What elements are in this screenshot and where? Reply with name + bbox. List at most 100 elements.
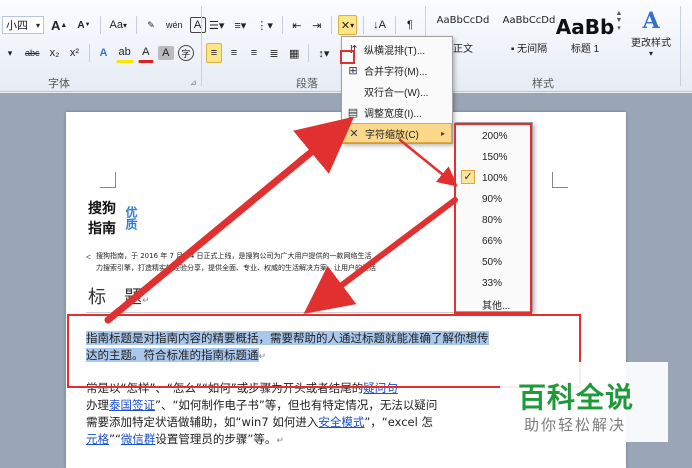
text-effects-button[interactable]: A <box>96 43 112 63</box>
hyperlink[interactable]: 元格 <box>86 432 109 446</box>
increase-indent-icon[interactable]: ⇥ <box>309 15 325 35</box>
logo-line: 搜狗 <box>88 201 116 217</box>
scale-option[interactable]: 90% <box>456 189 532 209</box>
scale-option-label: 33% <box>482 277 503 289</box>
scale-option-label: 90% <box>482 193 503 205</box>
grow-font-button[interactable]: A ▲ <box>48 15 70 35</box>
scale-option[interactable]: 80% <box>456 210 532 230</box>
checkmark-icon: ✓ <box>461 170 475 184</box>
menu-item-label: 调整宽度(I)... <box>364 108 422 120</box>
chevron-down-icon: ▾ <box>35 20 40 30</box>
shrink-font-label: A <box>77 19 85 31</box>
multilevel-list-icon[interactable]: ⋮▾ <box>253 15 276 35</box>
group-separator <box>201 6 202 86</box>
font-size-combo[interactable]: 小四 ▾ <box>2 16 44 34</box>
char-shading-label: A <box>162 47 170 59</box>
combine-chars-icon: ⊞ <box>348 64 358 77</box>
decrease-indent-icon[interactable]: ⇤ <box>289 15 305 35</box>
style-heading-1[interactable]: AaBb 标题 1 <box>555 10 615 58</box>
logo-tag: 优质 <box>124 206 138 230</box>
char-shading-button[interactable]: A <box>157 46 174 60</box>
scale-option[interactable]: 33% <box>456 273 532 293</box>
paragraph-2[interactable]: 常是以“怎样”、“怎么”“如何”或步骤为开头或者结尾的疑问句 办理泰国签证”、“… <box>86 380 496 450</box>
change-styles-button[interactable]: A 更改样式 ▾ <box>626 8 676 62</box>
scale-option-label: 其他... <box>482 300 511 312</box>
more-icon[interactable]: ▾ <box>617 24 621 32</box>
distributed-icon[interactable]: ▦ <box>286 43 302 63</box>
superscript-label: x² <box>69 47 80 59</box>
paragraph-mark: ↵ <box>258 352 267 362</box>
menu-item-char-scale[interactable]: ✕ 字符缩放(C) ▸ <box>342 123 452 143</box>
separator <box>308 44 310 62</box>
hyperlink[interactable]: 微信群 <box>121 432 156 446</box>
style-no-spacing[interactable]: AaBbCcDd ▪ 无间隔 <box>496 10 562 58</box>
numbering-icon[interactable]: ≡▾ <box>231 15 249 35</box>
style-name: 正文 <box>453 44 473 55</box>
scale-option-label: 50% <box>482 256 503 268</box>
paragraph-row-1: ☰▾ ≡▾ ⋮▾ ⇤ ⇥ ✕ ▾ ↓A ¶ <box>206 14 418 36</box>
asian-layout-menu: ⇵ 纵横混排(T)... ⊞ 合并字符(M)... 双行合一(W)... ▤ 调整宽度… <box>341 36 453 144</box>
dialog-launcher-icon[interactable]: ⊿ <box>190 78 197 87</box>
change-case-button[interactable]: Aa ▾ <box>107 15 130 35</box>
scale-option-more[interactable]: 其他... <box>456 294 532 314</box>
strike-label: abc <box>25 48 40 58</box>
separator <box>363 16 365 34</box>
menu-item-vertical-horizontal[interactable]: ⇵ 纵横混排(T)... <box>342 39 452 59</box>
watermark: 百科全说 助你轻松解决 <box>500 362 668 442</box>
paragraph-mark: ↵ <box>276 436 284 446</box>
show-marks-icon[interactable]: ¶ <box>402 15 418 35</box>
style-sample: AaBbCcDd <box>436 15 490 26</box>
char-border-button[interactable]: A <box>189 17 206 33</box>
align-center-icon[interactable]: ≡ <box>226 43 242 63</box>
superscript-button[interactable]: x² <box>67 43 83 63</box>
scale-option-label: 66% <box>482 235 503 247</box>
group-separator <box>680 6 681 86</box>
shrink-font-button[interactable]: A ▼ <box>74 15 93 35</box>
subscript-button[interactable]: x₂ <box>47 43 63 63</box>
chevron-down-icon[interactable]: ▾ <box>2 43 18 63</box>
scale-option[interactable]: 66% <box>456 231 532 251</box>
separator <box>136 16 137 34</box>
menu-item-combine-chars[interactable]: ⊞ 合并字符(M)... <box>342 60 452 80</box>
change-styles-icon: A <box>642 8 660 34</box>
hyperlink[interactable]: 安全模式 <box>318 415 364 429</box>
align-left-icon[interactable]: ≡ <box>206 43 222 63</box>
scroll-up-icon[interactable]: ▲ <box>616 10 623 17</box>
hyperlink[interactable]: 疑问句 <box>363 381 398 395</box>
font-color-button[interactable]: A <box>137 43 154 63</box>
paragraph-1[interactable]: 指南标题是对指南内容的精要概括，需要帮助的人通过标题就能准确了解你想传 达的主题… <box>86 330 489 366</box>
watermark-title: 百科全说 <box>518 381 635 414</box>
line-spacing-icon[interactable]: ↕▾ <box>315 43 332 63</box>
bullets-icon[interactable]: ☰▾ <box>206 15 227 35</box>
phonetic-guide-button[interactable]: wén <box>163 15 186 35</box>
styles-scroll[interactable]: ▲ ▼ ▾ <box>614 10 624 60</box>
clear-format-icon[interactable]: ✎ <box>143 15 159 35</box>
sort-icon[interactable]: ↓A <box>370 15 389 35</box>
selected-text[interactable]: 达的主题。符合标准的指南标题通 <box>86 348 259 362</box>
hyperlink[interactable]: 泰国签证 <box>109 398 155 412</box>
menu-item-two-lines-in-one[interactable]: 双行合一(W)... <box>342 81 452 101</box>
style-name: 标题 1 <box>570 44 600 55</box>
chevron-down-icon: ▾ <box>122 20 127 30</box>
highlight-button[interactable]: ab <box>115 43 134 63</box>
scale-option-label: 80% <box>482 214 503 226</box>
paragraph-row-2: ≡ ≡ ≡ ≣ ▦ ↕▾ <box>206 42 332 64</box>
body-text: 需要添加特定状语做辅助，如“win7 如何进入 <box>86 415 319 429</box>
heading-text: 标 题 <box>88 287 142 308</box>
vertical-horizontal-icon: ⇵ <box>348 43 358 56</box>
align-right-icon[interactable]: ≡ <box>246 43 262 63</box>
scale-option-label: 100% <box>482 172 508 184</box>
scale-option-checked[interactable]: ✓ 100% <box>456 168 532 188</box>
justify-icon[interactable]: ≣ <box>266 43 282 63</box>
style-sample: AaBb <box>555 15 615 39</box>
enclose-chars-button[interactable]: 字 <box>177 45 194 61</box>
scale-option[interactable]: 50% <box>456 252 532 272</box>
scroll-down-icon[interactable]: ▼ <box>616 17 623 24</box>
intro-line: 搜狗指南，于 2016 年 7 月 14 日正式上线，是搜狗公司为广大用户提供的… <box>96 252 372 260</box>
scale-option[interactable]: 150% <box>456 147 532 167</box>
selected-text[interactable]: 指南标题是对指南内容的精要概括，需要帮助的人通过标题就能准确了解你想传 <box>86 331 489 345</box>
scale-option[interactable]: 200% <box>456 126 532 146</box>
strikethrough-button[interactable]: abc <box>22 43 43 63</box>
asian-layout-button[interactable]: ✕ ▾ <box>337 15 358 35</box>
menu-item-fit-width[interactable]: ▤ 调整宽度(I)... <box>342 102 452 122</box>
